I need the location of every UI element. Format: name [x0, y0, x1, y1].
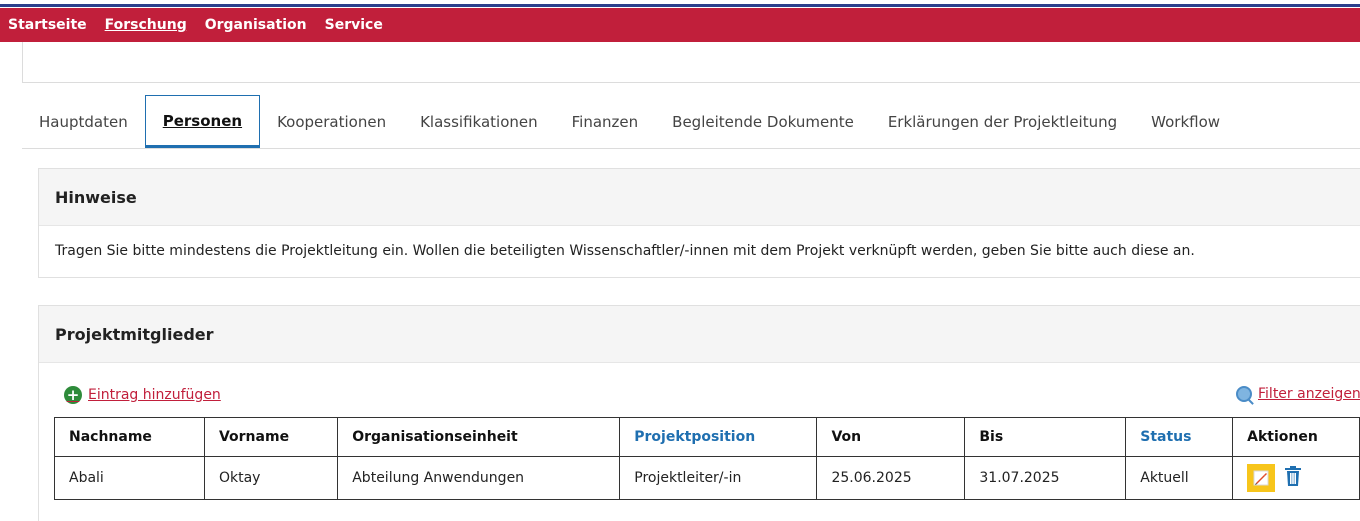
cell-nachname: Abali — [54, 456, 205, 500]
hinweise-panel: Hinweise Tragen Sie bitte mindestens die… — [38, 168, 1360, 278]
tab-bar: Hauptdaten Personen Kooperationen Klassi… — [22, 95, 1360, 149]
edit-button[interactable] — [1247, 464, 1276, 492]
cell-organisationseinheit: Abteilung Anwendungen — [337, 456, 621, 500]
cell-vorname: Oktay — [203, 456, 339, 500]
col-status[interactable]: Status — [1125, 417, 1234, 457]
hinweise-text: Tragen Sie bitte mindestens die Projektl… — [55, 243, 1195, 259]
add-entry-link[interactable]: + Eintrag hinzufügen — [64, 386, 221, 404]
tab-personen[interactable]: Personen — [144, 95, 261, 148]
magnifier-icon — [1236, 386, 1252, 402]
top-strip — [0, 0, 1360, 8]
col-organisationseinheit[interactable]: Organisationseinheit — [337, 417, 621, 457]
tab-finanzen[interactable]: Finanzen — [555, 95, 656, 148]
header-box — [22, 42, 1360, 83]
filter-label: Filter anzeigen — [1258, 386, 1360, 402]
tab-begleitende-dokumente[interactable]: Begleitende Dokumente — [655, 95, 871, 148]
members-table: Nachname Vorname Organisationseinheit Pr… — [54, 417, 1360, 500]
col-aktionen: Aktionen — [1232, 417, 1360, 457]
top-navigation: Startseite Forschung Organisation Servic… — [0, 8, 1360, 42]
cell-aktionen — [1232, 456, 1360, 500]
pencil-icon — [1253, 470, 1269, 486]
nav-item-startseite[interactable]: Startseite — [8, 8, 87, 42]
tab-erklaerungen-projektleitung[interactable]: Erklärungen der Projektleitung — [871, 95, 1134, 148]
col-bis[interactable]: Bis — [964, 417, 1127, 457]
nav-item-forschung[interactable]: Forschung — [105, 8, 187, 42]
col-projektposition[interactable]: Projektposition — [619, 417, 818, 457]
nav-item-service[interactable]: Service — [325, 8, 383, 42]
cell-status: Aktuell — [1125, 456, 1234, 500]
add-entry-label: Eintrag hinzufügen — [88, 387, 221, 403]
trash-icon — [1284, 466, 1301, 486]
table-row: Abali Oktay Abteilung Anwendungen Projek… — [54, 456, 1360, 500]
col-von[interactable]: Von — [816, 417, 966, 457]
delete-button[interactable] — [1284, 465, 1302, 491]
tab-klassifikationen[interactable]: Klassifikationen — [403, 95, 555, 148]
table-header-row: Nachname Vorname Organisationseinheit Pr… — [54, 417, 1360, 457]
hinweise-title: Hinweise — [39, 169, 1360, 226]
col-nachname[interactable]: Nachname — [54, 417, 205, 457]
nav-item-organisation[interactable]: Organisation — [205, 8, 307, 42]
cell-bis: 31.07.2025 — [964, 456, 1127, 500]
tab-kooperationen[interactable]: Kooperationen — [260, 95, 403, 148]
col-vorname[interactable]: Vorname — [203, 417, 339, 457]
cell-projektposition: Projektleiter/-in — [619, 456, 818, 500]
cell-von: 25.06.2025 — [816, 456, 966, 500]
tab-hauptdaten[interactable]: Hauptdaten — [22, 95, 145, 148]
projektmitglieder-title: Projektmitglieder — [39, 306, 1360, 363]
filter-link[interactable]: Filter anzeigen — [1236, 386, 1360, 402]
tab-workflow[interactable]: Workflow — [1134, 95, 1237, 148]
plus-circle-icon: + — [64, 386, 82, 404]
